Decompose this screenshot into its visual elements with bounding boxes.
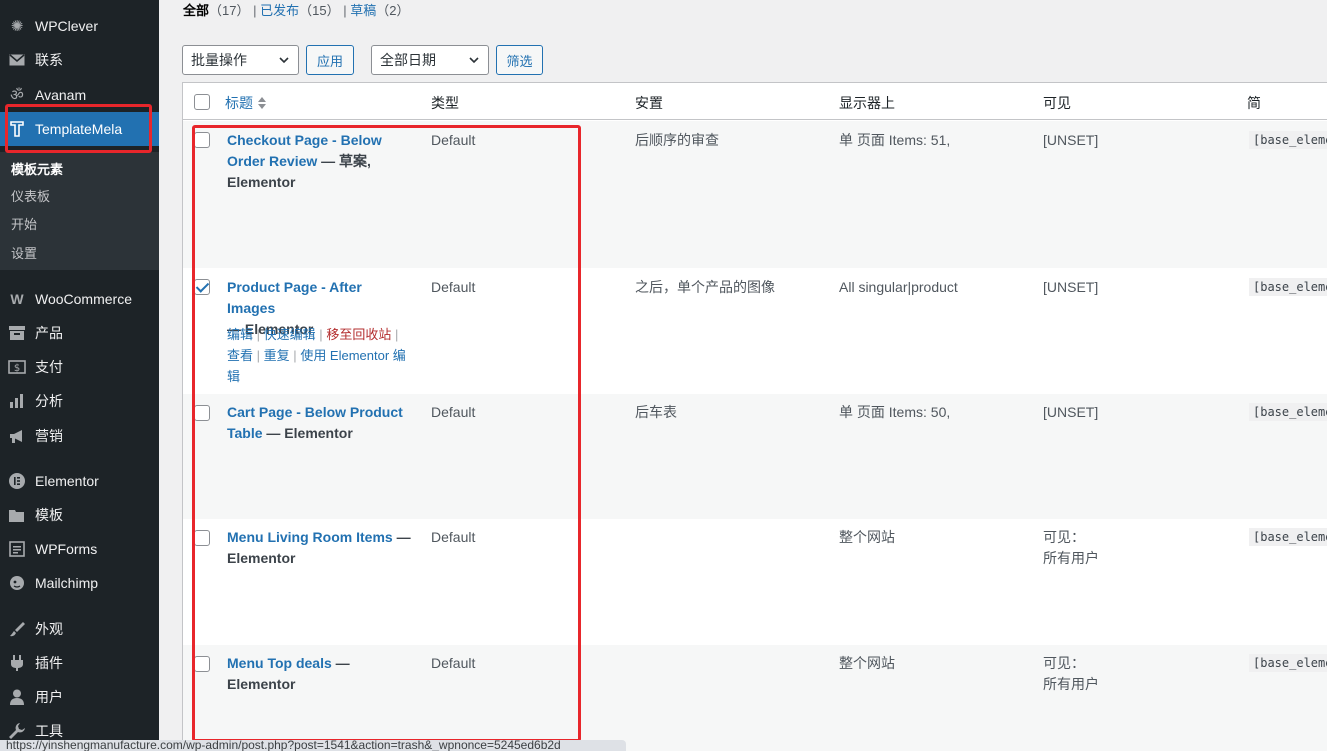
apply-button[interactable]: 应用 bbox=[306, 45, 354, 75]
date-filter-select[interactable]: 全部日期 bbox=[371, 45, 489, 75]
row-visible: [UNSET] bbox=[1043, 132, 1099, 148]
chevron-down-icon bbox=[469, 57, 479, 64]
row-placement: 后车表 bbox=[635, 404, 677, 420]
submenu-start[interactable]: 开始 bbox=[11, 214, 37, 233]
menu-woocommerce[interactable]: W WooCommerce bbox=[0, 282, 159, 316]
archive-icon bbox=[7, 323, 27, 343]
megaphone-icon bbox=[7, 426, 27, 446]
bulb-icon: ✺ bbox=[10, 18, 24, 35]
row-visible: [UNSET] bbox=[1043, 404, 1099, 420]
row-shortcode: [base_element bbox=[1249, 131, 1327, 149]
folder-icon bbox=[7, 505, 27, 525]
select-all-checkbox[interactable] bbox=[194, 94, 210, 110]
column-shortcode-header: 简 bbox=[1247, 95, 1261, 111]
user-icon bbox=[7, 687, 27, 707]
menu-plugins[interactable]: 插件 bbox=[0, 646, 159, 680]
om-icon: ॐ bbox=[10, 87, 24, 104]
column-type-header: 类型 bbox=[431, 95, 459, 111]
row-visible: 可见： 所有用户 bbox=[1043, 529, 1099, 566]
row-shortcode: [base_element bbox=[1249, 403, 1327, 421]
brush-icon bbox=[7, 619, 27, 639]
mailchimp-icon bbox=[7, 573, 27, 593]
menu-products[interactable]: 产品 bbox=[0, 316, 159, 350]
wrench-icon bbox=[7, 721, 27, 741]
woo-icon: W bbox=[10, 291, 24, 307]
view-published[interactable]: 已发布 bbox=[260, 3, 299, 18]
submenu-template-elements[interactable]: 模板元素 bbox=[11, 159, 63, 178]
menu-analytics[interactable]: 分析 bbox=[0, 384, 159, 418]
chevron-down-icon bbox=[279, 57, 289, 64]
menu-elementor[interactable]: Elementor bbox=[0, 464, 159, 498]
column-title-header[interactable]: 标题 bbox=[225, 93, 267, 113]
elementor-icon bbox=[7, 471, 27, 491]
row-display: 整个网站 bbox=[839, 655, 895, 671]
menu-templates[interactable]: 模板 bbox=[0, 498, 159, 532]
sort-icon bbox=[257, 97, 266, 109]
menu-payments[interactable]: $ 支付 bbox=[0, 350, 159, 384]
menu-wpforms[interactable]: WPForms bbox=[0, 532, 159, 566]
column-display-header: 显示器上 bbox=[839, 95, 895, 111]
view-draft[interactable]: 草稿 bbox=[350, 3, 376, 18]
templatemela-submenu: 模板元素 仪表板 开始 设置 bbox=[0, 152, 159, 270]
status-views: 全部（17） | 已发布（15） | 草稿（2） bbox=[183, 3, 410, 18]
submenu-settings[interactable]: 设置 bbox=[11, 243, 37, 262]
row-shortcode: [base_element bbox=[1249, 528, 1327, 546]
row-display: 单 页面 Items: 50, bbox=[839, 404, 951, 420]
bar-chart-icon bbox=[7, 391, 27, 411]
highlight-annotation-rows bbox=[192, 125, 581, 742]
row-placement: 之后，单个产品的图像 bbox=[635, 279, 775, 295]
menu-mailchimp[interactable]: Mailchimp bbox=[0, 566, 159, 600]
filter-button[interactable]: 筛选 bbox=[496, 45, 543, 75]
menu-marketing[interactable]: 营销 bbox=[0, 419, 159, 453]
form-icon bbox=[7, 539, 27, 559]
column-placement-header: 安置 bbox=[635, 95, 663, 111]
bulk-actions-select[interactable]: 批量操作 bbox=[182, 45, 299, 75]
row-display: 单 页面 Items: 51, bbox=[839, 132, 951, 148]
row-shortcode: [base_element bbox=[1249, 278, 1327, 296]
menu-users[interactable]: 用户 bbox=[0, 680, 159, 714]
row-display: 整个网站 bbox=[839, 529, 895, 545]
row-visible: 可见： 所有用户 bbox=[1043, 655, 1099, 692]
view-all[interactable]: 全部 bbox=[183, 3, 209, 18]
plug-icon bbox=[7, 653, 27, 673]
svg-text:$: $ bbox=[14, 363, 20, 374]
highlight-annotation-sidebar bbox=[5, 104, 152, 153]
submenu-dashboard[interactable]: 仪表板 bbox=[11, 186, 50, 205]
browser-status-url: https://yinshengmanufacture.com/wp-admin… bbox=[0, 740, 626, 751]
menu-wpclever[interactable]: ✺ WPClever bbox=[0, 9, 159, 43]
mail-icon bbox=[7, 50, 27, 70]
column-visible-header: 可见 bbox=[1043, 95, 1071, 111]
menu-appearance[interactable]: 外观 bbox=[0, 612, 159, 646]
menu-contact[interactable]: 联系 bbox=[0, 43, 159, 77]
row-placement: 后顺序的审查 bbox=[635, 132, 719, 148]
dollar-icon: $ bbox=[7, 357, 27, 377]
row-shortcode: [base_element bbox=[1249, 654, 1327, 672]
row-visible: [UNSET] bbox=[1043, 279, 1099, 295]
row-display: All singular|product bbox=[839, 279, 958, 295]
table-header: 标题 类型 安置 显示器上 可见 简 bbox=[183, 83, 1327, 120]
